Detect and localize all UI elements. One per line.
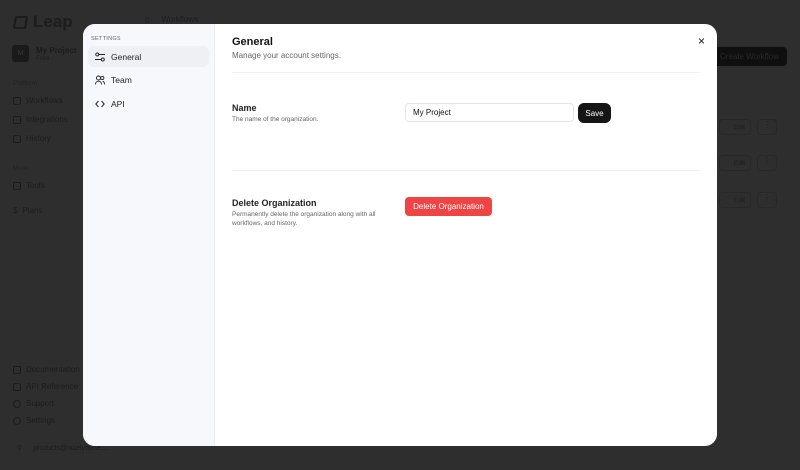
delete-label: Delete Organization [232, 198, 317, 208]
user-icon: ⚲ [17, 445, 23, 452]
nav-support[interactable]: Support [13, 399, 54, 408]
page-title: General [232, 36, 273, 48]
logo-text: Leap [33, 12, 73, 31]
integrations-icon [13, 115, 21, 124]
logo-icon [12, 15, 29, 29]
sidebar-toggle-icon[interactable]: ▯ [145, 15, 149, 24]
nav-label: Support [26, 399, 55, 408]
divider [232, 170, 700, 171]
delete-organization-button[interactable]: Delete Organization [405, 197, 492, 216]
settings-content: × General Manage your account settings. … [215, 24, 717, 446]
platform-label: Platform [13, 80, 38, 87]
terminal-icon [13, 181, 21, 190]
more-button[interactable]: ⋮ [757, 119, 777, 135]
edit-button[interactable]: Edit [719, 119, 751, 135]
sliders-icon [95, 52, 105, 61]
settings-modal: SETTINGS General Team API × General Mana… [83, 24, 717, 446]
name-description: The name of the organization. [232, 116, 319, 123]
settings-heading: SETTINGS [91, 36, 121, 42]
nav-api-reference[interactable]: API Reference [13, 382, 78, 391]
nav-label: Integrations [26, 115, 68, 124]
nav-label: Settings [26, 416, 55, 425]
name-label: Name [232, 103, 257, 113]
nav-history[interactable]: History [13, 134, 51, 143]
nav-label: Workflows [26, 96, 63, 105]
breadcrumb-item: Workflows [161, 15, 199, 24]
workflow-icon [13, 96, 21, 105]
breadcrumb: ▯ Workflows [145, 15, 198, 24]
edit-button[interactable]: Edit [719, 192, 751, 208]
nav-tools[interactable]: Tools [13, 181, 45, 190]
save-button[interactable]: Save [578, 103, 611, 123]
users-icon [95, 75, 105, 85]
divider [232, 72, 700, 73]
settings-sidebar: SETTINGS General Team API [83, 24, 215, 446]
create-workflow-button[interactable]: Create Workflow [710, 47, 787, 66]
tab-label: API [111, 98, 125, 109]
close-icon[interactable]: × [698, 34, 705, 48]
gear-icon [13, 416, 21, 425]
logo: Leap [12, 12, 73, 32]
settings-tab-team[interactable]: Team [88, 70, 209, 91]
book-icon [13, 365, 21, 374]
nav-documentation[interactable]: Documentation [13, 365, 80, 374]
tab-label: Team [111, 75, 132, 85]
name-section: Name The name of the organization. Save [232, 103, 700, 153]
nav-workflows[interactable]: Workflows [13, 96, 63, 105]
nav-label: History [26, 134, 51, 143]
project-name: My Project [36, 45, 77, 55]
nav-label: Tools [26, 181, 45, 190]
dollar-icon: $ [13, 206, 18, 215]
nav-settings[interactable]: Settings [13, 416, 55, 425]
delete-description: Permanently delete the organization alon… [232, 211, 376, 227]
history-icon [13, 134, 21, 143]
project-switcher[interactable]: M My Project Free [12, 45, 76, 62]
nav-label: API Reference [26, 382, 79, 391]
edit-button[interactable]: Edit [719, 155, 751, 171]
tab-label: General [111, 51, 142, 62]
more-button[interactable]: ⋮ [757, 155, 777, 171]
nav-integrations[interactable]: Integrations [13, 115, 68, 124]
nav-plans[interactable]: $ Plans [13, 206, 42, 215]
nav-label: Plans [22, 206, 43, 215]
support-icon [13, 399, 21, 408]
more-label: More [13, 165, 28, 172]
terminal-icon [13, 382, 21, 391]
settings-tab-general[interactable]: General [88, 46, 209, 67]
organization-name-input[interactable] [405, 103, 574, 122]
nav-label: Documentation [26, 365, 80, 374]
page-subtitle: Manage your account settings. [232, 51, 341, 60]
settings-tab-api[interactable]: API [88, 93, 209, 114]
project-plan: Free [36, 54, 50, 62]
more-button[interactable]: ⋮ [757, 192, 777, 208]
delete-section: Delete Organization Permanently delete th… [232, 196, 700, 229]
avatar: M [12, 45, 29, 62]
code-icon [95, 100, 105, 107]
